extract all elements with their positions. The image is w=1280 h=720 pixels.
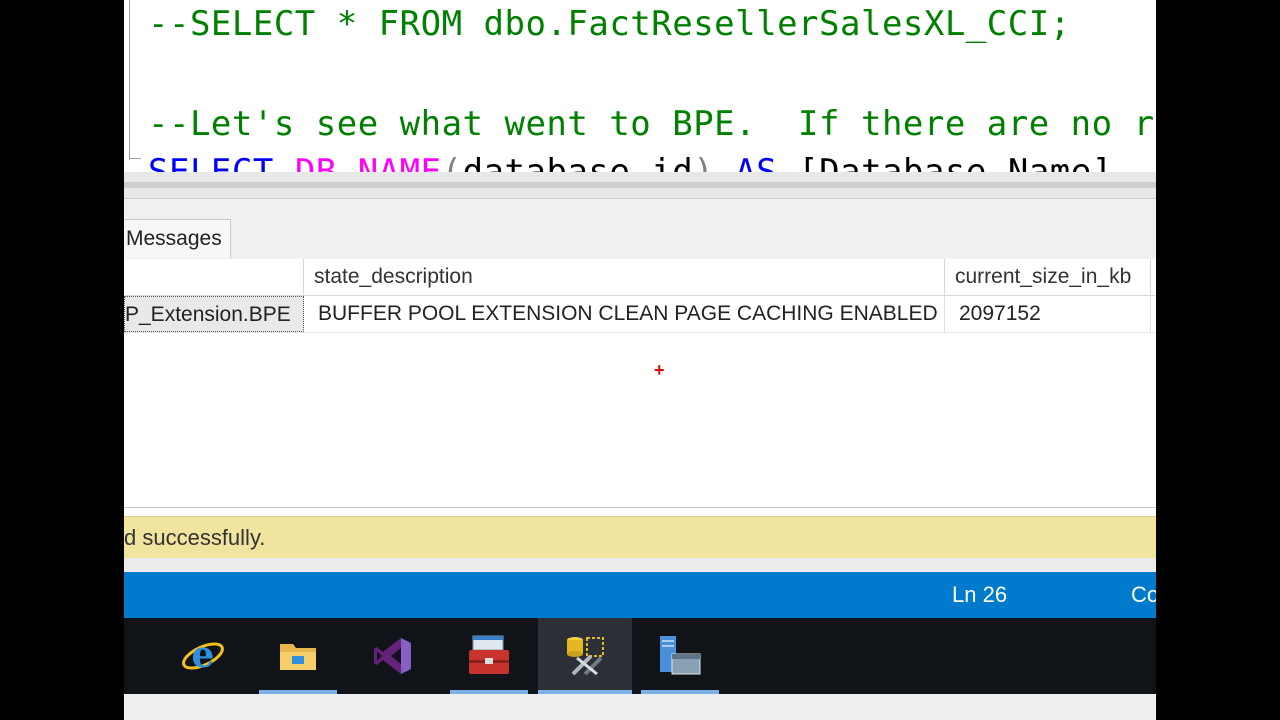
taskbar-item-internet-explorer[interactable]: e (164, 618, 242, 694)
code-line-select-db-name[interactable]: SELECT DB_NAME(database_id) AS [Database… (148, 152, 1113, 172)
taskbar-item-visual-studio[interactable] (354, 618, 432, 694)
svg-text:e: e (192, 634, 215, 676)
taskbar-item-sql-management-studio[interactable] (538, 618, 632, 694)
visual-studio-icon (374, 638, 411, 674)
status-divider (124, 558, 1156, 572)
column-header-current-size-in-kb[interactable]: current_size_in_kb (945, 259, 1151, 295)
column-header-name[interactable] (124, 259, 304, 295)
paren-close: ) (693, 152, 715, 172)
argument-database-id: database_id (462, 152, 694, 172)
paren-open: ( (441, 152, 463, 172)
keyword-select: SELECT (148, 152, 274, 172)
status-column-number: Co (1131, 582, 1156, 607)
status-line-number: Ln 26 (952, 582, 1008, 607)
query-success-message: d successfully. (124, 525, 266, 550)
toolbox-icon (469, 635, 509, 674)
editor-status-bar: Ln 26 Co (124, 572, 1156, 618)
internet-explorer-icon: e (182, 634, 224, 676)
table-row: P_Extension.BPE BUFFER POOL EXTENSION CL… (124, 296, 1156, 333)
tab-messages[interactable]: Messages (124, 219, 231, 258)
results-pane: Messages state_description current_size_… (124, 199, 1156, 508)
taskbar-item-server-manager[interactable] (641, 618, 719, 694)
ssms-window: --SELECT * FROM dbo.FactResellerSalesXL_… (124, 0, 1156, 720)
mouse-cursor-crosshair: + (654, 360, 665, 380)
outline-gutter (129, 0, 130, 160)
desktop-strip (124, 694, 1156, 720)
grid-cell-state-description[interactable]: BUFFER POOL EXTENSION CLEAN PAGE CACHING… (304, 296, 945, 332)
server-manager-icon (660, 636, 701, 675)
editor-results-splitter[interactable] (124, 172, 1156, 199)
results-tabstrip: Messages (124, 199, 1156, 260)
outline-collapse-marker[interactable] (129, 158, 141, 159)
grid-header-row: state_description current_size_in_kb (124, 259, 1156, 296)
code-line-comment-select[interactable]: --SELECT * FROM dbo.FactResellerSalesXL_… (148, 4, 1071, 44)
code-line-comment-bpe[interactable]: --Let's see what went to BPE. If there a… (148, 104, 1156, 144)
function-db-name: DB_NAME (294, 152, 442, 172)
column-header-state-description[interactable]: state_description (304, 259, 945, 295)
grid-cell-current-size[interactable]: 2097152 (945, 296, 1151, 332)
horizontal-scrollbar[interactable] (124, 182, 1156, 188)
file-explorer-icon (280, 644, 316, 670)
query-status-bar: d successfully. (124, 516, 1156, 559)
windows-taskbar: e (124, 618, 1156, 694)
alias-database-name: [Database_Name] (798, 152, 1113, 172)
taskbar-item-toolbox[interactable] (450, 618, 528, 694)
taskbar-item-file-explorer[interactable] (259, 618, 337, 694)
query-editor[interactable]: --SELECT * FROM dbo.FactResellerSalesXL_… (124, 0, 1156, 172)
sql-management-studio-icon (567, 637, 604, 676)
grid-cell-name[interactable]: P_Extension.BPE (124, 296, 304, 332)
keyword-as: AS (735, 152, 778, 172)
